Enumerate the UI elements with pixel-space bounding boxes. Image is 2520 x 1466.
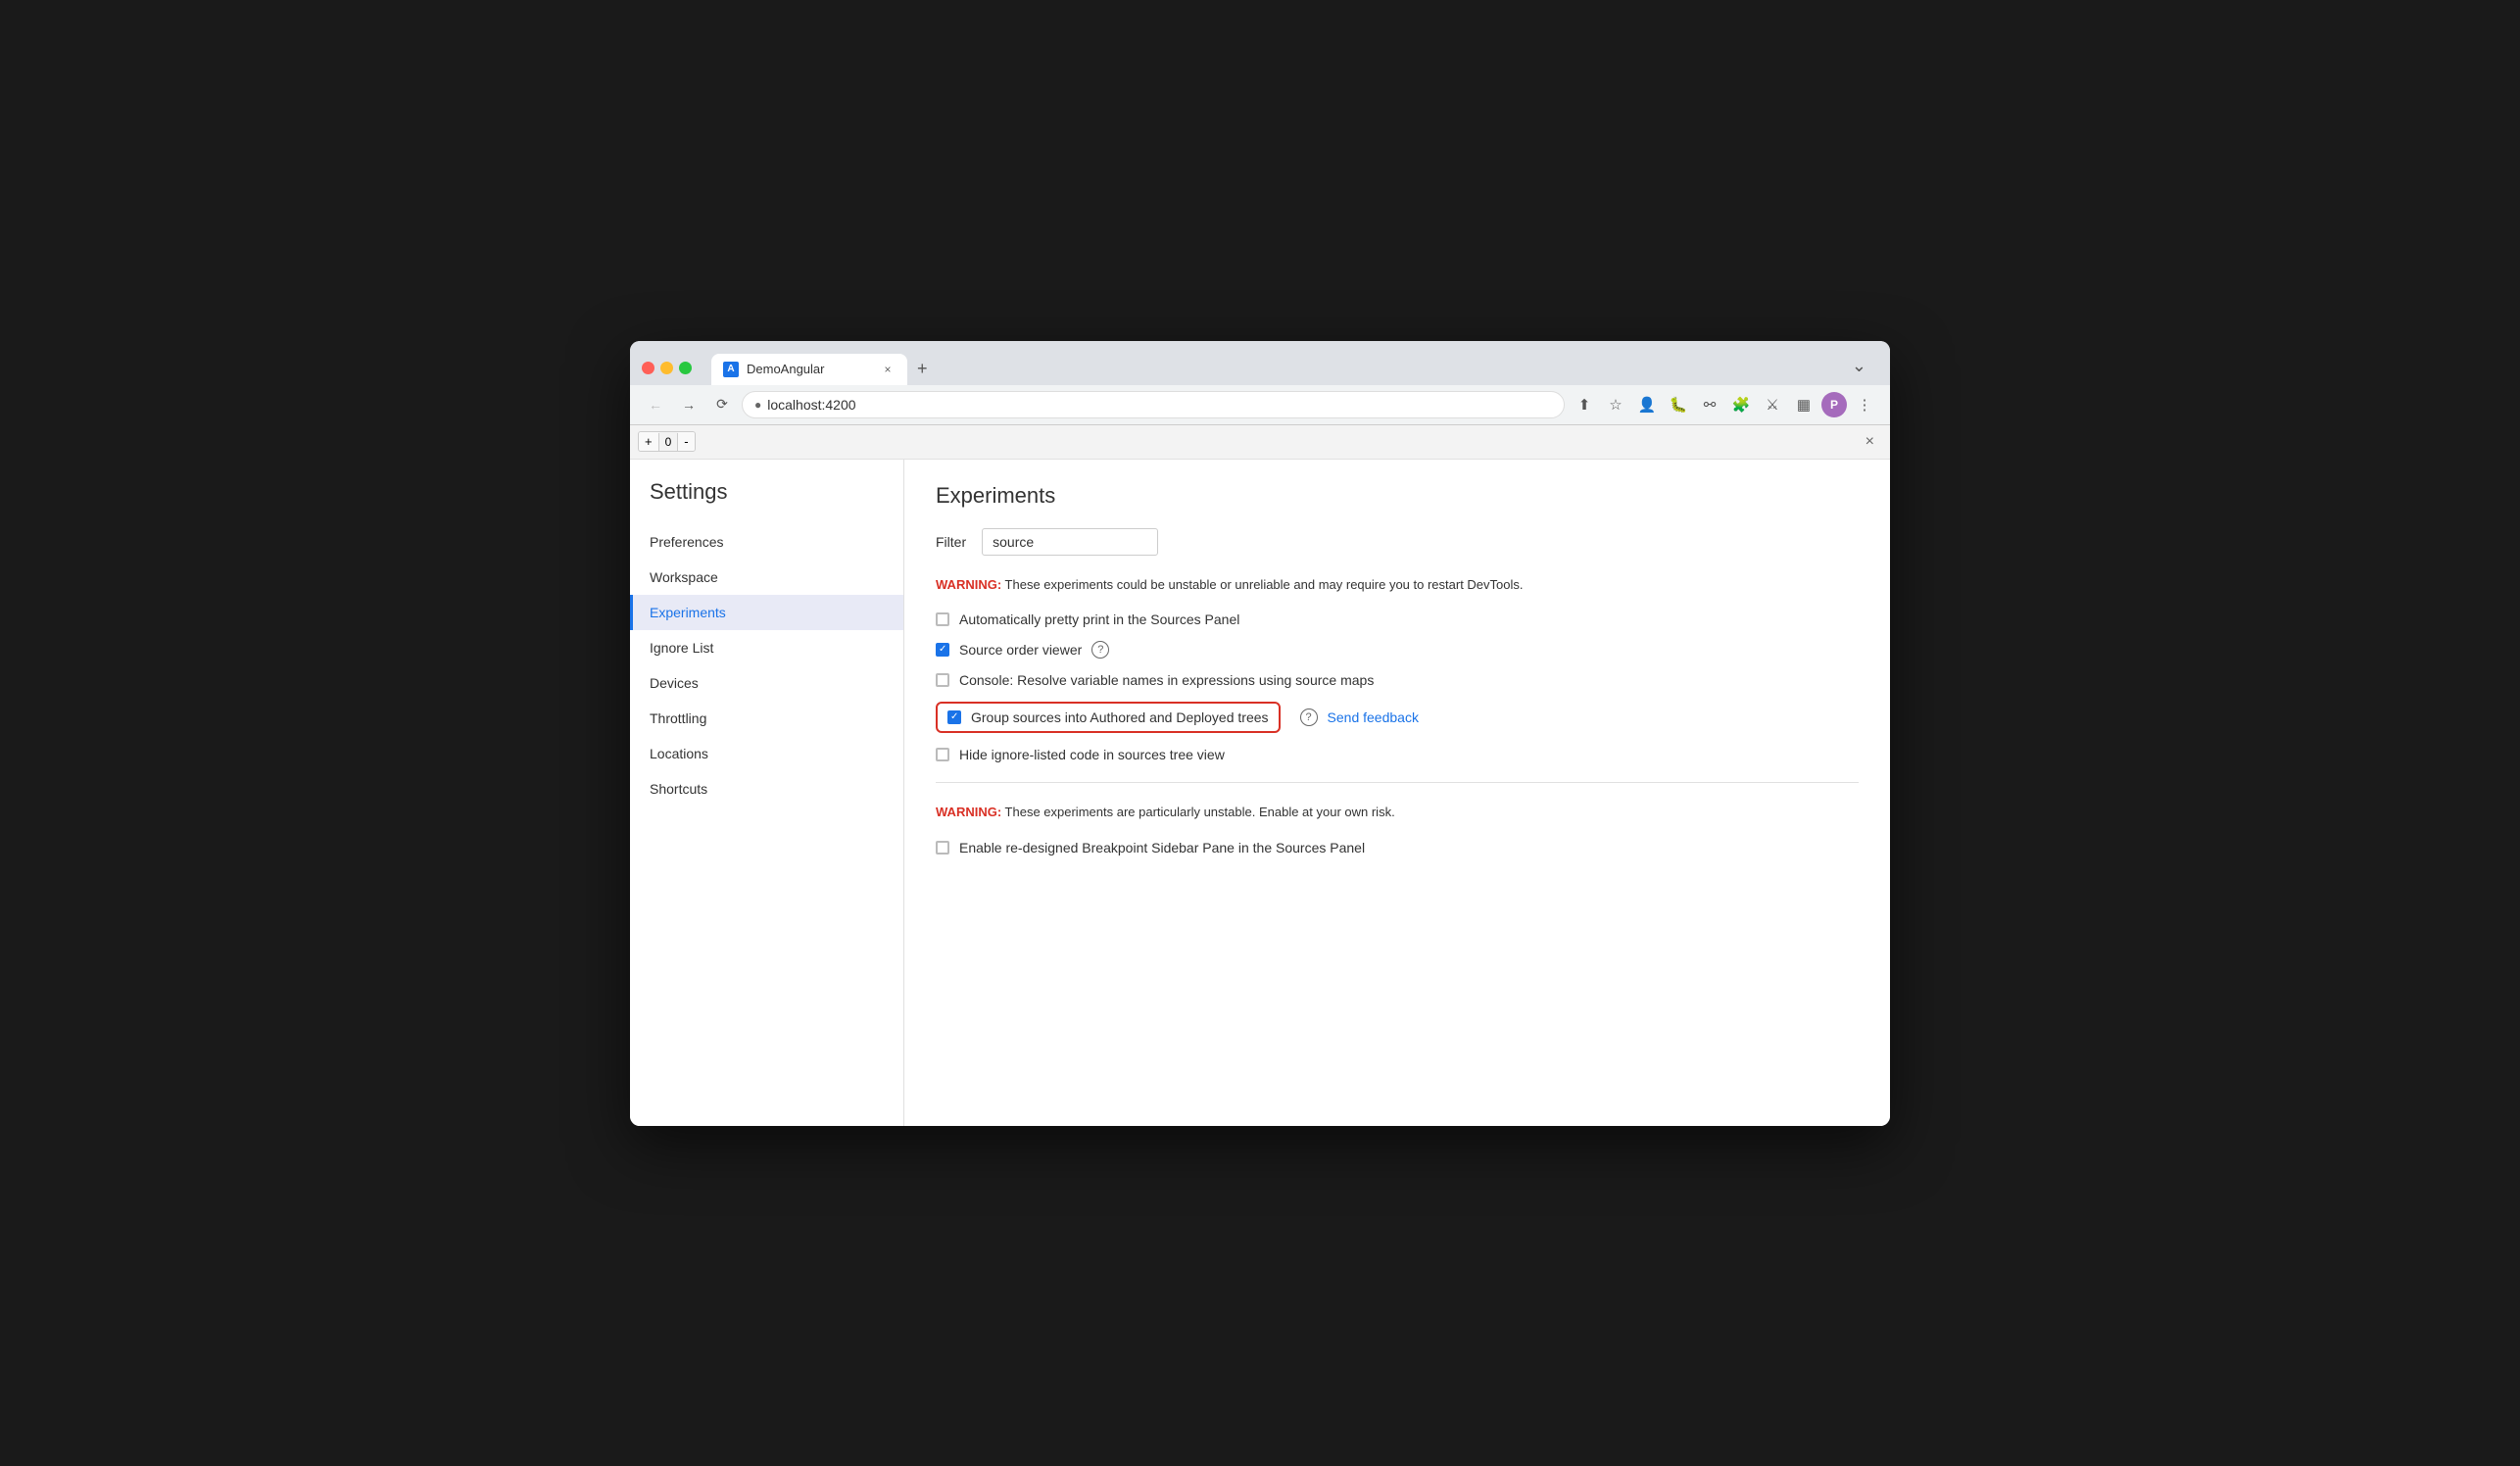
puzzle-icon[interactable]: 🧩 [1727,391,1755,418]
sidebar-item-shortcuts[interactable]: Shortcuts [630,771,903,806]
address-text: localhost:4200 [767,397,855,413]
back-button[interactable]: ← [642,391,669,418]
chevron-down-icon[interactable]: ⌄ [1840,356,1878,380]
avatar-icon[interactable]: 👤 [1633,391,1661,418]
label-console-resolve: Console: Resolve variable names in expre… [959,672,1374,688]
label-pretty-print: Automatically pretty print in the Source… [959,611,1239,627]
warning-text-1: WARNING: These experiments could be unst… [936,575,1859,595]
maximize-traffic-light[interactable] [679,362,692,374]
settings-sidebar: Settings Preferences Workspace Experimen… [630,460,904,1126]
help-icon-group-sources[interactable]: ? [1300,709,1318,726]
zoom-value: 0 [658,433,679,451]
sidebar-item-ignore-list[interactable]: Ignore List [630,630,903,665]
experiment-item-source-order-viewer: Source order viewer ? [936,641,1859,659]
warning-text-2: WARNING: These experiments are particula… [936,803,1859,822]
tab-bar: A DemoAngular × + [703,353,945,385]
sidebar-item-throttling[interactable]: Throttling [630,701,903,736]
sidebar-item-preferences[interactable]: Preferences [630,524,903,560]
experiment-item-pretty-print: Automatically pretty print in the Source… [936,611,1859,627]
browser-window: A DemoAngular × + ⌄ ← → ⟳ ● localhost:42… [630,341,1890,1126]
sidebar-item-devices[interactable]: Devices [630,665,903,701]
settings-content: Experiments Filter WARNING: These experi… [904,460,1890,1126]
browser-toolbar: ← → ⟳ ● localhost:4200 ⬆ ☆ 👤 🐛 ⚯ 🧩 ⚔ ▦ P… [630,385,1890,425]
filter-row: Filter [936,528,1859,556]
close-button[interactable]: × [1858,429,1882,455]
warning-label-2: WARNING: [936,805,1001,819]
label-breakpoint-sidebar: Enable re-designed Breakpoint Sidebar Pa… [959,840,1365,855]
bookmark-icon[interactable]: ☆ [1602,391,1629,418]
zoom-out-button[interactable]: - [678,432,694,451]
active-tab[interactable]: A DemoAngular × [711,354,907,385]
experiment-item-breakpoint-sidebar: Enable re-designed Breakpoint Sidebar Pa… [936,840,1859,855]
profile-button[interactable]: P [1821,392,1847,417]
filter-input[interactable] [982,528,1158,556]
checkbox-hide-ignore[interactable] [936,748,949,761]
toolbar-actions: ⬆ ☆ 👤 🐛 ⚯ 🧩 ⚔ ▦ P ⋮ [1571,391,1878,418]
sidebar-icon[interactable]: ▦ [1790,391,1817,418]
checkbox-console-resolve[interactable] [936,673,949,687]
help-icon-source-order[interactable]: ? [1091,641,1109,659]
label-source-order-viewer: Source order viewer [959,642,1082,658]
devtools-header: + 0 - × [630,425,1890,460]
sidebar-item-experiments[interactable]: Experiments [630,595,903,630]
devtools-icon[interactable]: ⚯ [1696,391,1723,418]
section-divider [936,782,1859,783]
new-tab-button[interactable]: + [907,353,938,385]
experiment-item-group-sources: Group sources into Authored and Deployed… [936,702,1859,733]
sidebar-item-workspace[interactable]: Workspace [630,560,903,595]
menu-icon[interactable]: ⋮ [1851,391,1878,418]
content-title: Experiments [936,483,1859,509]
traffic-lights [642,362,692,374]
zoom-controls: + 0 - [638,431,696,452]
settings-title: Settings [630,479,903,524]
share-icon[interactable]: ⬆ [1571,391,1598,418]
checkbox-source-order-viewer[interactable] [936,643,949,657]
tab-title: DemoAngular [747,362,872,376]
warning-text-2-body: These experiments are particularly unsta… [1001,805,1395,819]
address-bar[interactable]: ● localhost:4200 [742,391,1565,418]
settings-container: Settings Preferences Workspace Experimen… [630,460,1890,1126]
lock-icon: ● [754,398,761,412]
filter-label: Filter [936,534,966,550]
checkbox-breakpoint-sidebar[interactable] [936,841,949,855]
checkbox-pretty-print[interactable] [936,612,949,626]
browser-chrome: A DemoAngular × + ⌄ ← → ⟳ ● localhost:42… [630,341,1890,425]
send-feedback-link[interactable]: Send feedback [1328,709,1419,725]
title-bar: A DemoAngular × + ⌄ [630,341,1890,385]
label-group-sources: Group sources into Authored and Deployed… [971,709,1269,725]
checkbox-group-sources[interactable] [947,710,961,724]
warning-text-1-body: These experiments could be unstable or u… [1001,577,1523,592]
reload-button[interactable]: ⟳ [708,391,736,418]
devtools-panel: + 0 - × Settings Preferences Workspace E… [630,425,1890,1126]
bug-icon[interactable]: 🐛 [1665,391,1692,418]
tab-close-button[interactable]: × [880,362,896,377]
experiment-item-console-resolve: Console: Resolve variable names in expre… [936,672,1859,688]
sidebar-item-locations[interactable]: Locations [630,736,903,771]
forward-button[interactable]: → [675,391,703,418]
close-traffic-light[interactable] [642,362,654,374]
warning-label-1: WARNING: [936,577,1001,592]
zoom-in-button[interactable]: + [639,432,658,451]
tab-favicon: A [723,362,739,377]
minimize-traffic-light[interactable] [660,362,673,374]
flask-icon[interactable]: ⚔ [1759,391,1786,418]
sidebar-nav: Preferences Workspace Experiments Ignore… [630,524,903,806]
label-hide-ignore: Hide ignore-listed code in sources tree … [959,747,1225,762]
experiment-item-hide-ignore: Hide ignore-listed code in sources tree … [936,747,1859,762]
